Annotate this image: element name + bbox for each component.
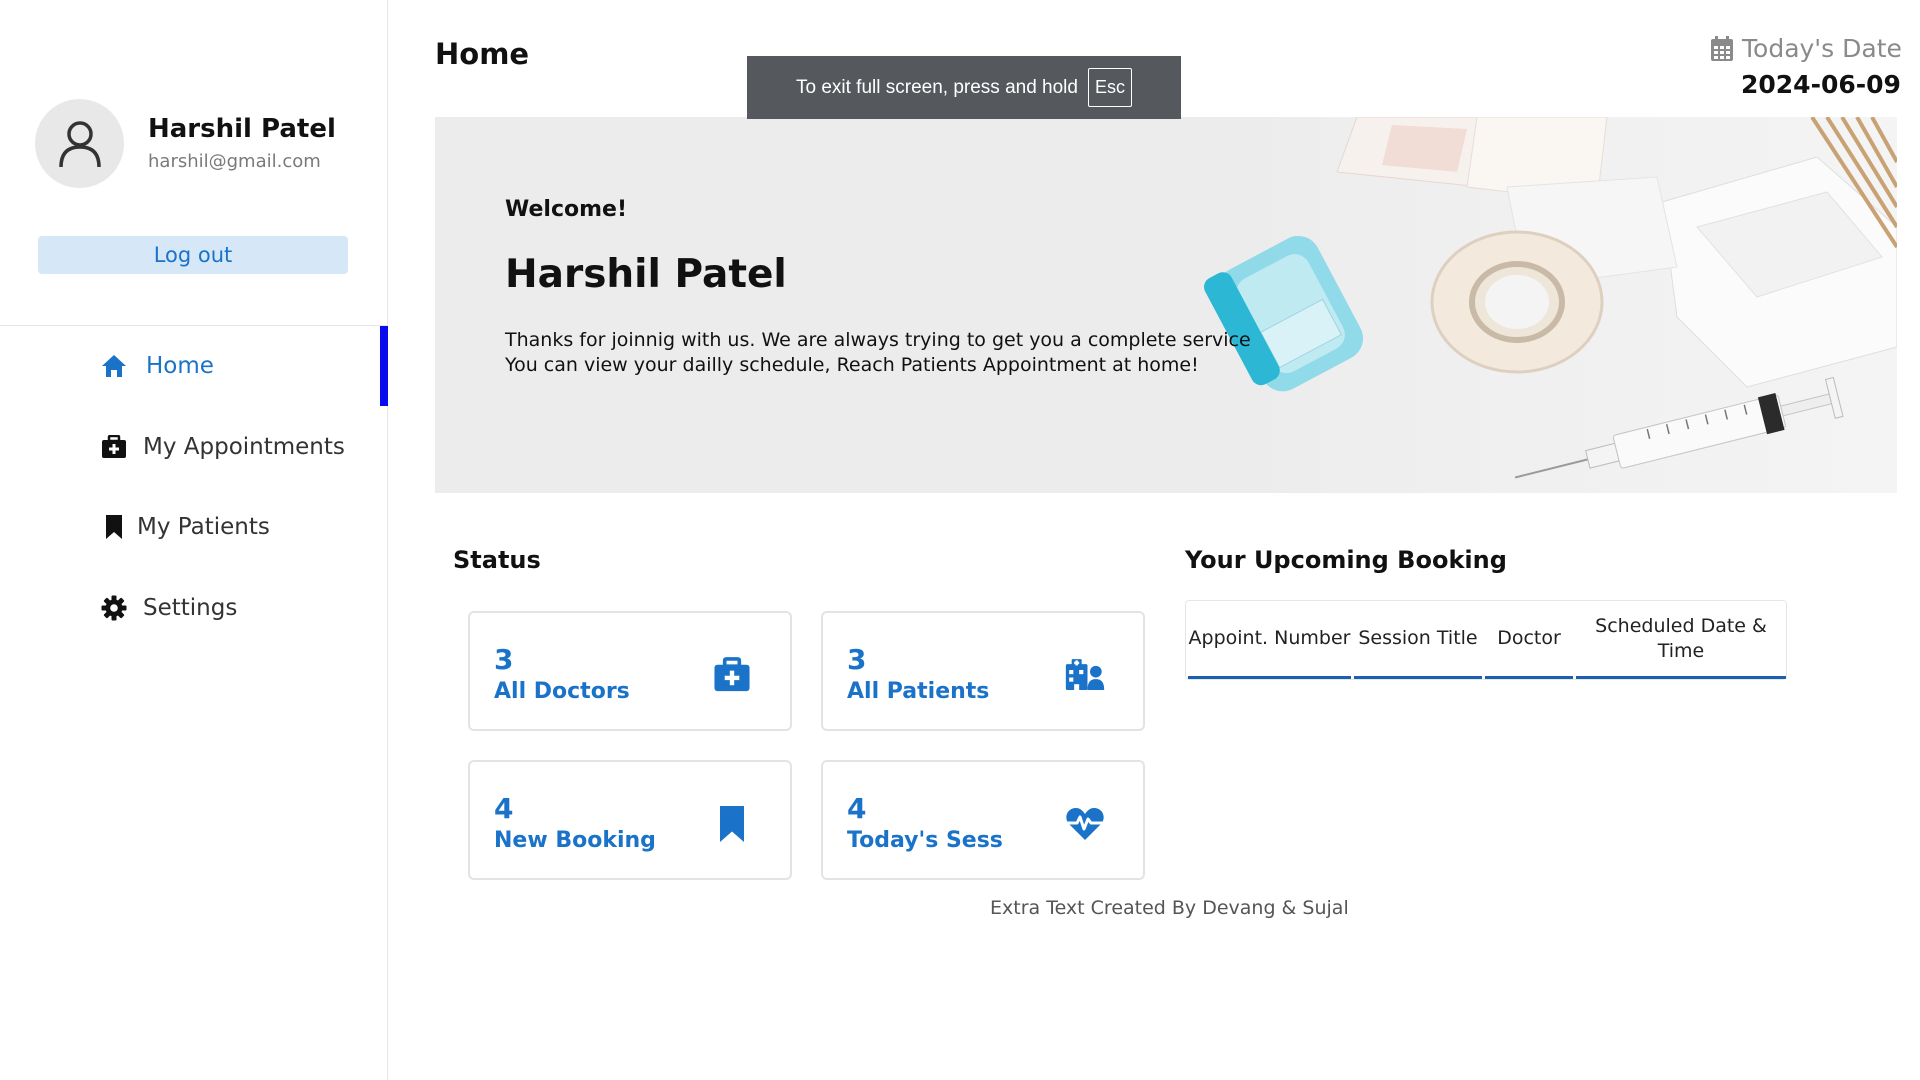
column-header-doctor[interactable]: Doctor bbox=[1485, 601, 1573, 679]
column-header-scheduled-date-time[interactable]: Scheduled Date & Time bbox=[1576, 601, 1786, 679]
sidebar-item-patients[interactable]: My Patients bbox=[0, 487, 388, 567]
user-icon bbox=[58, 120, 101, 167]
page-title: Home bbox=[435, 37, 530, 71]
sidebar-item-label: Home bbox=[146, 353, 214, 379]
profile-panel: Harshil Patel harshil@gmail.com Log out bbox=[0, 0, 388, 326]
sidebar-item-label: My Appointments bbox=[143, 434, 345, 460]
bookmark-icon bbox=[712, 804, 752, 844]
gear-icon bbox=[100, 594, 128, 622]
fullscreen-exit-toast: To exit full screen, press and hold Esc bbox=[747, 56, 1181, 119]
column-header-session-title[interactable]: Session Title bbox=[1354, 601, 1482, 679]
sidebar-item-label: My Patients bbox=[137, 514, 270, 540]
calendar-icon bbox=[1711, 35, 1733, 61]
card-label: All Doctors bbox=[494, 679, 630, 704]
welcome-banner: Welcome! Harshil Patel Thanks for joinni… bbox=[435, 117, 1897, 493]
sidebar-item-home[interactable]: Home bbox=[0, 326, 388, 406]
hospital-user-icon bbox=[1065, 655, 1105, 695]
hero-user-name: Harshil Patel bbox=[505, 252, 787, 297]
sidebar-item-appointments[interactable]: My Appointments bbox=[0, 407, 388, 487]
home-icon bbox=[100, 352, 128, 380]
card-label: Today's Sess bbox=[847, 828, 1003, 853]
upcoming-booking-title: Your Upcoming Booking bbox=[1185, 546, 1507, 574]
card-count: 3 bbox=[494, 643, 514, 676]
sidebar-item-settings[interactable]: Settings bbox=[0, 568, 388, 648]
esc-key-hint: Esc bbox=[1087, 68, 1132, 107]
avatar bbox=[35, 99, 124, 188]
bookmark-icon bbox=[100, 513, 128, 541]
hero-line-1: Thanks for joinnig with us. We are alway… bbox=[505, 329, 1251, 351]
todays-date-value: 2024-06-09 bbox=[1741, 70, 1901, 99]
card-label: All Patients bbox=[847, 679, 990, 704]
status-card-new-booking[interactable]: 4 New Booking bbox=[468, 760, 792, 880]
logout-button[interactable]: Log out bbox=[38, 236, 348, 274]
heartbeat-icon bbox=[1065, 804, 1105, 844]
profile-email: harshil@gmail.com bbox=[148, 151, 321, 172]
profile-name: Harshil Patel bbox=[148, 114, 336, 144]
card-label: New Booking bbox=[494, 828, 656, 853]
active-indicator bbox=[380, 326, 388, 406]
sidebar: Harshil Patel harshil@gmail.com Log out … bbox=[0, 0, 388, 1080]
date-label-text: Today's Date bbox=[1742, 34, 1902, 63]
status-card-todays-sessions[interactable]: 4 Today's Sess bbox=[821, 760, 1145, 880]
column-header-appointment-number[interactable]: Appoint. Number bbox=[1188, 601, 1351, 679]
hero-description: Thanks for joinnig with us. We are alway… bbox=[505, 328, 1251, 378]
hero-welcome: Welcome! bbox=[505, 197, 627, 222]
status-title: Status bbox=[453, 546, 541, 574]
footer-note: Extra Text Created By Devang & Sujal bbox=[990, 897, 1349, 919]
todays-date-label: Today's Date bbox=[1710, 34, 1902, 63]
card-count: 4 bbox=[847, 792, 867, 825]
status-card-patients[interactable]: 3 All Patients bbox=[821, 611, 1145, 731]
medical-bag-icon bbox=[100, 433, 128, 461]
upcoming-booking-table: Appoint. Number Session Title Doctor Sch… bbox=[1185, 600, 1787, 680]
hero-line-2: You can view your dailly schedule, Reach… bbox=[505, 354, 1199, 376]
medical-supplies-image bbox=[1177, 117, 1897, 493]
status-card-doctors[interactable]: 3 All Doctors bbox=[468, 611, 792, 731]
medical-bag-icon bbox=[712, 655, 752, 695]
card-count: 4 bbox=[494, 792, 514, 825]
card-count: 3 bbox=[847, 643, 867, 676]
sidebar-item-label: Settings bbox=[143, 595, 238, 621]
toast-text: To exit full screen, press and hold bbox=[795, 76, 1078, 98]
